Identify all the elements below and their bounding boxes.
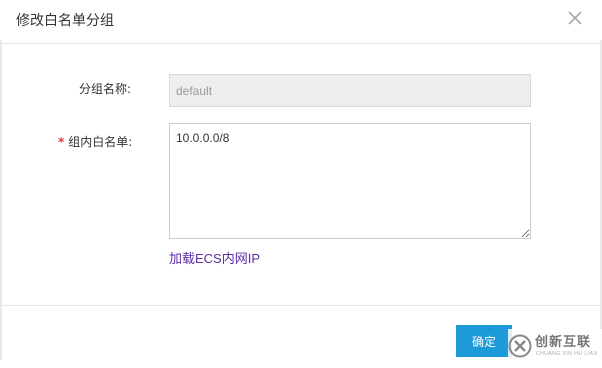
watermark-text: 创新互联 [535, 335, 592, 350]
dialog-left-edge [0, 40, 2, 360]
watermark-logo-icon [508, 334, 532, 358]
dialog-header: 修改白名单分组 [0, 0, 602, 44]
watermark: 创新互联 CHUANG XIN HU LIAN [508, 329, 602, 365]
whitelist-textarea[interactable]: 10.0.0.0/8 [169, 123, 531, 239]
footer-divider [0, 305, 602, 306]
watermark-subtext: CHUANG XIN HU LIAN [536, 351, 598, 357]
close-icon[interactable] [566, 9, 584, 27]
confirm-button[interactable]: 确定 [456, 325, 512, 357]
required-mark: * [58, 135, 65, 149]
load-ecs-ip-link[interactable]: 加载ECS内网IP [169, 251, 260, 267]
group-name-label: 分组名称: [79, 82, 132, 96]
whitelist-label-row: * 组内白名单: [58, 134, 132, 150]
whitelist-label: 组内白名单: [68, 135, 133, 149]
dialog-title: 修改白名单分组 [16, 13, 114, 29]
edit-whitelist-group-dialog: 修改白名单分组 分组名称: *组内白名单: 10.0.0.0/8 加载ECS内网… [0, 0, 602, 368]
group-name-input[interactable] [169, 74, 531, 107]
